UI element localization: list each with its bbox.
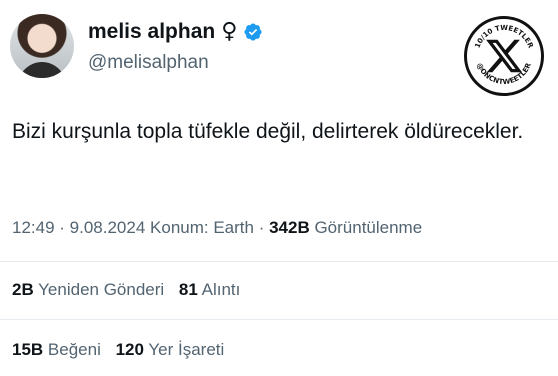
views-count: 342B [269,218,310,237]
female-symbol-icon: ♀ [221,19,238,44]
likes-count: 15B [12,340,44,359]
avatar-shoulders [18,62,66,78]
reposts-count: 2B [12,280,34,299]
like-bookmark-stats: 15B Beğeni 120 Yer İşareti [12,340,224,360]
bookmarks-count: 120 [115,340,144,359]
watermark-badge: 10/10 TWEETLER @ONCNTWEETLER [464,16,544,96]
x-logo-icon [486,39,523,73]
avatar[interactable] [10,14,74,78]
tweet-location: Konum: Earth [145,218,254,237]
quotes-label: Alıntı [201,280,241,299]
meta-separator: · [54,218,70,237]
bookmarks-link[interactable]: 120 Yer İşareti [116,340,225,359]
tweet-header: melis alphan ♀ @melisalphan 10/10 TWEETL… [10,14,550,96]
quotes-count: 81 [178,280,198,299]
verified-badge-icon [244,23,262,41]
tweet-text: Bizi kurşunla topla tüfekle değil, delir… [12,120,524,143]
tweet-date[interactable]: 9.08.2024 [70,218,146,237]
display-name[interactable]: melis alphan [88,20,215,44]
tweet-time[interactable]: 12:49 [12,218,55,237]
likes-label: Beğeni [47,340,101,359]
bookmarks-label: Yer İşareti [148,340,225,359]
repost-quote-stats: 2B Yeniden Gönderi 81 Alıntı [12,280,240,300]
views-label: Görüntülenme [309,218,423,237]
reposts-link[interactable]: 2B Yeniden Gönderi [12,280,164,299]
reposts-label: Yeniden Gönderi [38,280,165,299]
divider [0,319,558,320]
likes-link[interactable]: 15B Beğeni [12,340,101,359]
quotes-link[interactable]: 81 Alıntı [179,280,240,299]
tweet-meta: 12:49 · 9.08.2024 Konum: Earth · 342B Gö… [12,218,422,238]
meta-separator: · [253,218,270,237]
name-row: melis alphan ♀ [88,20,263,44]
user-handle[interactable]: @melisalphan [88,52,209,74]
divider [0,261,558,262]
